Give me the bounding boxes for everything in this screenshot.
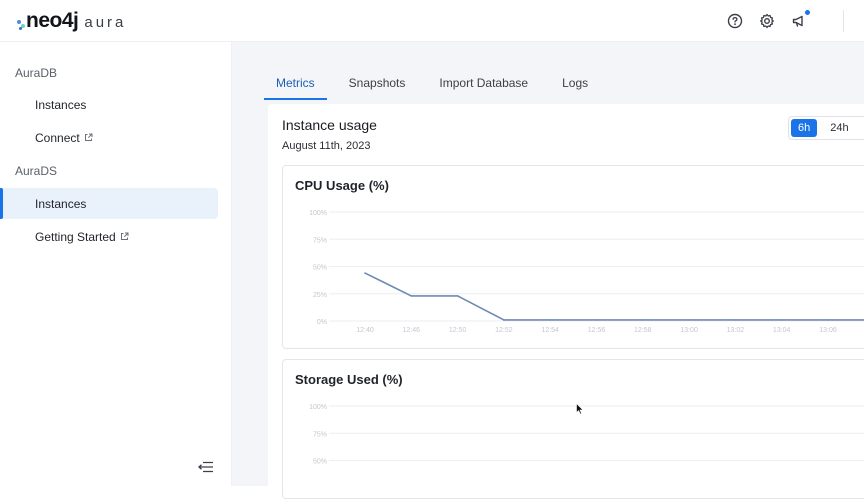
external-link-icon xyxy=(120,232,129,241)
x-tick-label: 12:40 xyxy=(356,327,374,334)
data-point xyxy=(734,319,737,321)
sidebar-item-label: Instances xyxy=(35,196,87,211)
data-point xyxy=(827,319,829,321)
data-point xyxy=(456,295,459,297)
y-tick-label: 75% xyxy=(313,431,327,438)
y-tick-label: 100% xyxy=(309,210,327,217)
y-tick-label: 25% xyxy=(313,292,327,299)
data-point xyxy=(503,319,505,321)
y-tick-label: 75% xyxy=(313,237,327,244)
x-tick-label: 13:02 xyxy=(727,327,745,334)
mouse-cursor-icon xyxy=(576,402,584,420)
series-line xyxy=(364,272,864,321)
x-tick-label: 12:58 xyxy=(634,327,652,334)
external-link-icon xyxy=(84,133,93,142)
neo4j-logo-mark-icon xyxy=(16,10,26,32)
data-point xyxy=(410,295,413,297)
data-point xyxy=(642,319,644,321)
collapse-sidebar-icon[interactable] xyxy=(198,460,214,478)
data-point xyxy=(364,272,366,274)
top-divider xyxy=(843,10,844,32)
x-tick-label: 12:52 xyxy=(495,327,513,334)
data-point xyxy=(780,319,783,321)
x-tick-label: 12:46 xyxy=(403,327,421,334)
y-tick-label: 0% xyxy=(317,319,327,326)
sidebar: AuraDB Instances Connect AuraDS Instance… xyxy=(0,42,232,486)
brand-name: neo4j xyxy=(26,9,79,32)
x-tick-label: 13:06 xyxy=(819,327,837,334)
usage-date: August 11th, 2023 xyxy=(282,140,371,152)
sidebar-item-label: Getting Started xyxy=(35,229,116,244)
x-tick-label: 13:00 xyxy=(680,327,698,334)
x-tick-label: 12:50 xyxy=(449,327,467,334)
sidebar-item-auradb-instances[interactable]: Instances xyxy=(0,89,218,120)
settings-icon[interactable] xyxy=(758,12,776,30)
notification-dot xyxy=(805,10,810,15)
tab-metrics[interactable]: Metrics xyxy=(264,70,327,100)
sidebar-section-auradb: AuraDB xyxy=(15,66,58,80)
sidebar-item-connect[interactable]: Connect xyxy=(0,122,218,153)
instance-usage-panel: Instance usage August 11th, 2023 6h 24h … xyxy=(268,104,864,499)
top-bar: neo4j aura xyxy=(0,0,864,42)
sidebar-item-label: Connect xyxy=(35,130,80,145)
announcement-icon[interactable] xyxy=(790,10,810,30)
sidebar-item-getting-started[interactable]: Getting Started xyxy=(0,221,218,252)
x-tick-label: 12:54 xyxy=(541,327,559,334)
sidebar-item-label: Instances xyxy=(35,97,87,112)
time-range-toggle: 6h 24h xyxy=(788,116,864,140)
y-tick-label: 100% xyxy=(309,404,327,411)
tab-logs[interactable]: Logs xyxy=(550,70,600,100)
sidebar-item-aurads-instances[interactable]: Instances xyxy=(0,188,218,219)
x-tick-label: 12:56 xyxy=(588,327,606,334)
data-point xyxy=(595,319,598,321)
brand-product: aura xyxy=(84,13,127,31)
data-point xyxy=(549,319,551,321)
storage-used-card: Storage Used (%) 100% 75% 50% xyxy=(282,359,864,499)
sidebar-section-aurads: AuraDS xyxy=(15,164,58,178)
tab-bar: Metrics Snapshots Import Database Logs xyxy=(264,70,600,100)
storage-used-chart: 100% 75% 50% xyxy=(309,404,864,466)
y-tick-label: 50% xyxy=(313,459,327,466)
tab-import-database[interactable]: Import Database xyxy=(427,70,540,100)
y-tick-label: 50% xyxy=(313,265,327,272)
range-24h-button[interactable]: 24h xyxy=(823,119,855,137)
main-content: Metrics Snapshots Import Database Logs I… xyxy=(232,42,864,499)
range-6h-button[interactable]: 6h xyxy=(791,119,818,137)
data-point xyxy=(688,319,690,321)
x-tick-label: 13:04 xyxy=(773,327,791,334)
tab-snapshots[interactable]: Snapshots xyxy=(337,70,418,100)
cpu-usage-card: CPU Usage (%) 100% 75% 50% 25% 0% 12:40 12:46 1… xyxy=(282,165,864,349)
neo4j-aura-logo[interactable]: neo4j aura xyxy=(16,9,126,33)
panel-title: Instance usage xyxy=(282,117,377,133)
help-icon[interactable] xyxy=(726,12,744,30)
cpu-usage-chart: 100% 75% 50% 25% 0% 12:40 12:46 12:50 12:52 12:54… xyxy=(309,210,864,334)
